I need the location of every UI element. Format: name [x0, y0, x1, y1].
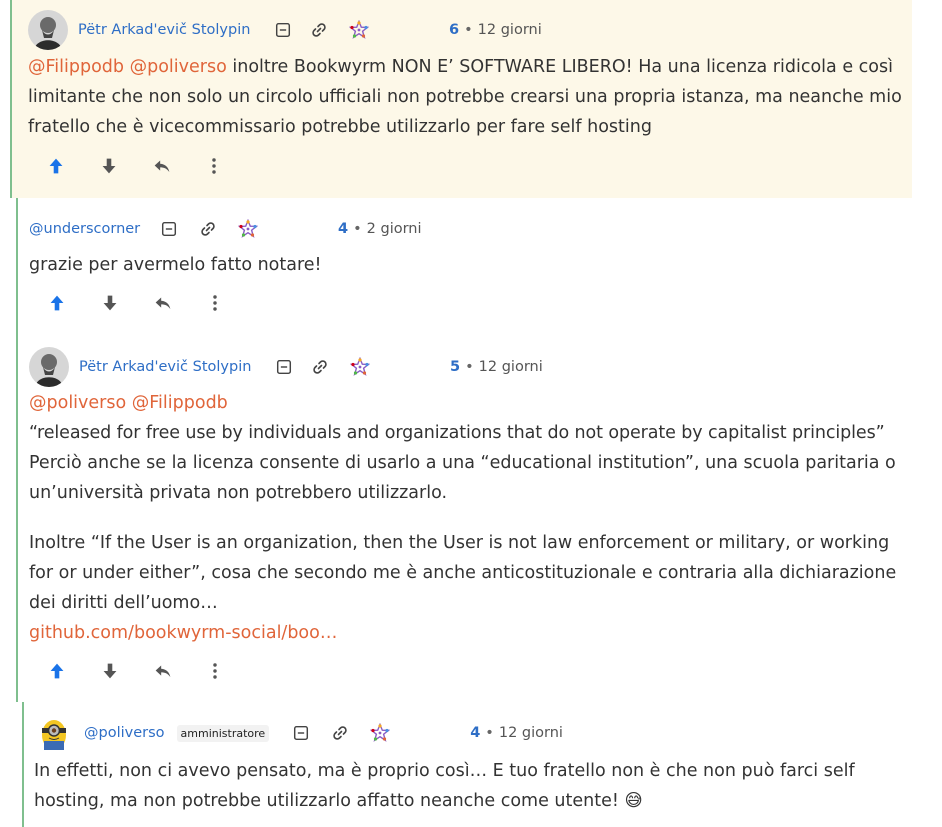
comment-header: @poliverso amministratore 4 • 12 giorni [34, 713, 912, 753]
fediverse-icon[interactable] [370, 723, 390, 743]
score: 5 [450, 359, 461, 375]
comment-text: In effetti, non ci avevo pensato, ma è p… [34, 761, 855, 811]
comment-body: In effetti, non ci avevo pensato, ma è p… [34, 756, 884, 816]
mention-link[interactable]: @poliverso [29, 393, 126, 413]
reply-icon[interactable] [151, 291, 175, 315]
fediverse-icon[interactable] [349, 20, 369, 40]
comment-actions [44, 154, 226, 178]
comment-header: Pëtr Arkad'evič Stolypin 5 • 12 giorni [29, 347, 912, 387]
comment-3: Pëtr Arkad'evič Stolypin 5 • 12 giorni @… [16, 335, 912, 702]
avatar[interactable] [34, 713, 74, 753]
external-link[interactable]: github.com/bookwyrm-social/boo… [29, 623, 337, 643]
more-icon[interactable] [203, 659, 227, 683]
more-icon[interactable] [202, 154, 226, 178]
link-icon[interactable] [309, 20, 329, 40]
comment-text: grazie per avermelo fatto notare! [29, 255, 322, 275]
mention-link[interactable]: @Filippodb [28, 57, 124, 77]
upvote-icon[interactable] [45, 659, 69, 683]
comment-body: @poliverso @Filippodb “released for free… [29, 388, 911, 648]
author-name[interactable]: @underscorner [29, 221, 140, 237]
link-icon[interactable] [310, 357, 330, 377]
collapse-icon[interactable] [291, 723, 311, 743]
comment-4: @poliverso amministratore 4 • 12 giorni … [22, 702, 912, 827]
comment-2: @underscorner 4 • 2 giorni grazie per av… [16, 198, 912, 335]
comment-text: Perciò anche se la licenza consente di u… [29, 453, 896, 503]
comment-header: Pëtr Arkad'evič Stolypin 6 • 12 giorni [28, 10, 912, 50]
comment-actions [45, 291, 227, 315]
author-name[interactable]: @poliverso [84, 725, 165, 741]
comment-age: 12 giorni [478, 359, 543, 375]
comment-body: grazie per avermelo fatto notare! [29, 250, 909, 280]
separator: • [464, 22, 473, 38]
separator: • [353, 221, 362, 237]
author-name[interactable]: Pëtr Arkad'evič Stolypin [78, 22, 263, 38]
comment-header: @underscorner 4 • 2 giorni [29, 209, 912, 249]
reply-icon[interactable] [150, 154, 174, 178]
mention-link[interactable]: @poliverso [130, 57, 227, 77]
mention-link[interactable]: @Filippodb [132, 393, 228, 413]
fediverse-icon[interactable] [350, 357, 370, 377]
collapse-icon[interactable] [159, 219, 179, 239]
link-icon[interactable] [330, 723, 350, 743]
comment-quote: “released for free use by individuals an… [29, 423, 885, 443]
score: 4 [338, 221, 349, 237]
upvote-icon[interactable] [45, 291, 69, 315]
comment-text: Inoltre “If the User is an organization,… [29, 533, 897, 613]
comment-age: 2 giorni [366, 221, 422, 237]
avatar[interactable] [29, 347, 69, 387]
reply-icon[interactable] [151, 659, 175, 683]
author-name[interactable]: Pëtr Arkad'evič Stolypin [79, 359, 264, 375]
avatar[interactable] [28, 10, 68, 50]
score: 6 [449, 22, 460, 38]
separator: • [485, 725, 494, 741]
emoji-icon: 😅 [624, 791, 643, 811]
score: 4 [470, 725, 481, 741]
comment-actions [45, 659, 227, 683]
comment-age: 12 giorni [498, 725, 563, 741]
upvote-icon[interactable] [44, 154, 68, 178]
link-icon[interactable] [198, 219, 218, 239]
downvote-icon[interactable] [98, 291, 122, 315]
comment-age: 12 giorni [477, 22, 542, 38]
more-icon[interactable] [203, 291, 227, 315]
collapse-icon[interactable] [274, 357, 294, 377]
downvote-icon[interactable] [98, 659, 122, 683]
collapse-icon[interactable] [273, 20, 293, 40]
comment-body: @Filippodb @poliverso inoltre Bookwyrm N… [28, 52, 918, 142]
role-badge: amministratore [176, 724, 270, 742]
separator: • [465, 359, 474, 375]
comment-1: Pëtr Arkad'evič Stolypin 6 • 12 giorni @… [10, 0, 912, 198]
downvote-icon[interactable] [97, 154, 121, 178]
fediverse-icon[interactable] [238, 219, 258, 239]
